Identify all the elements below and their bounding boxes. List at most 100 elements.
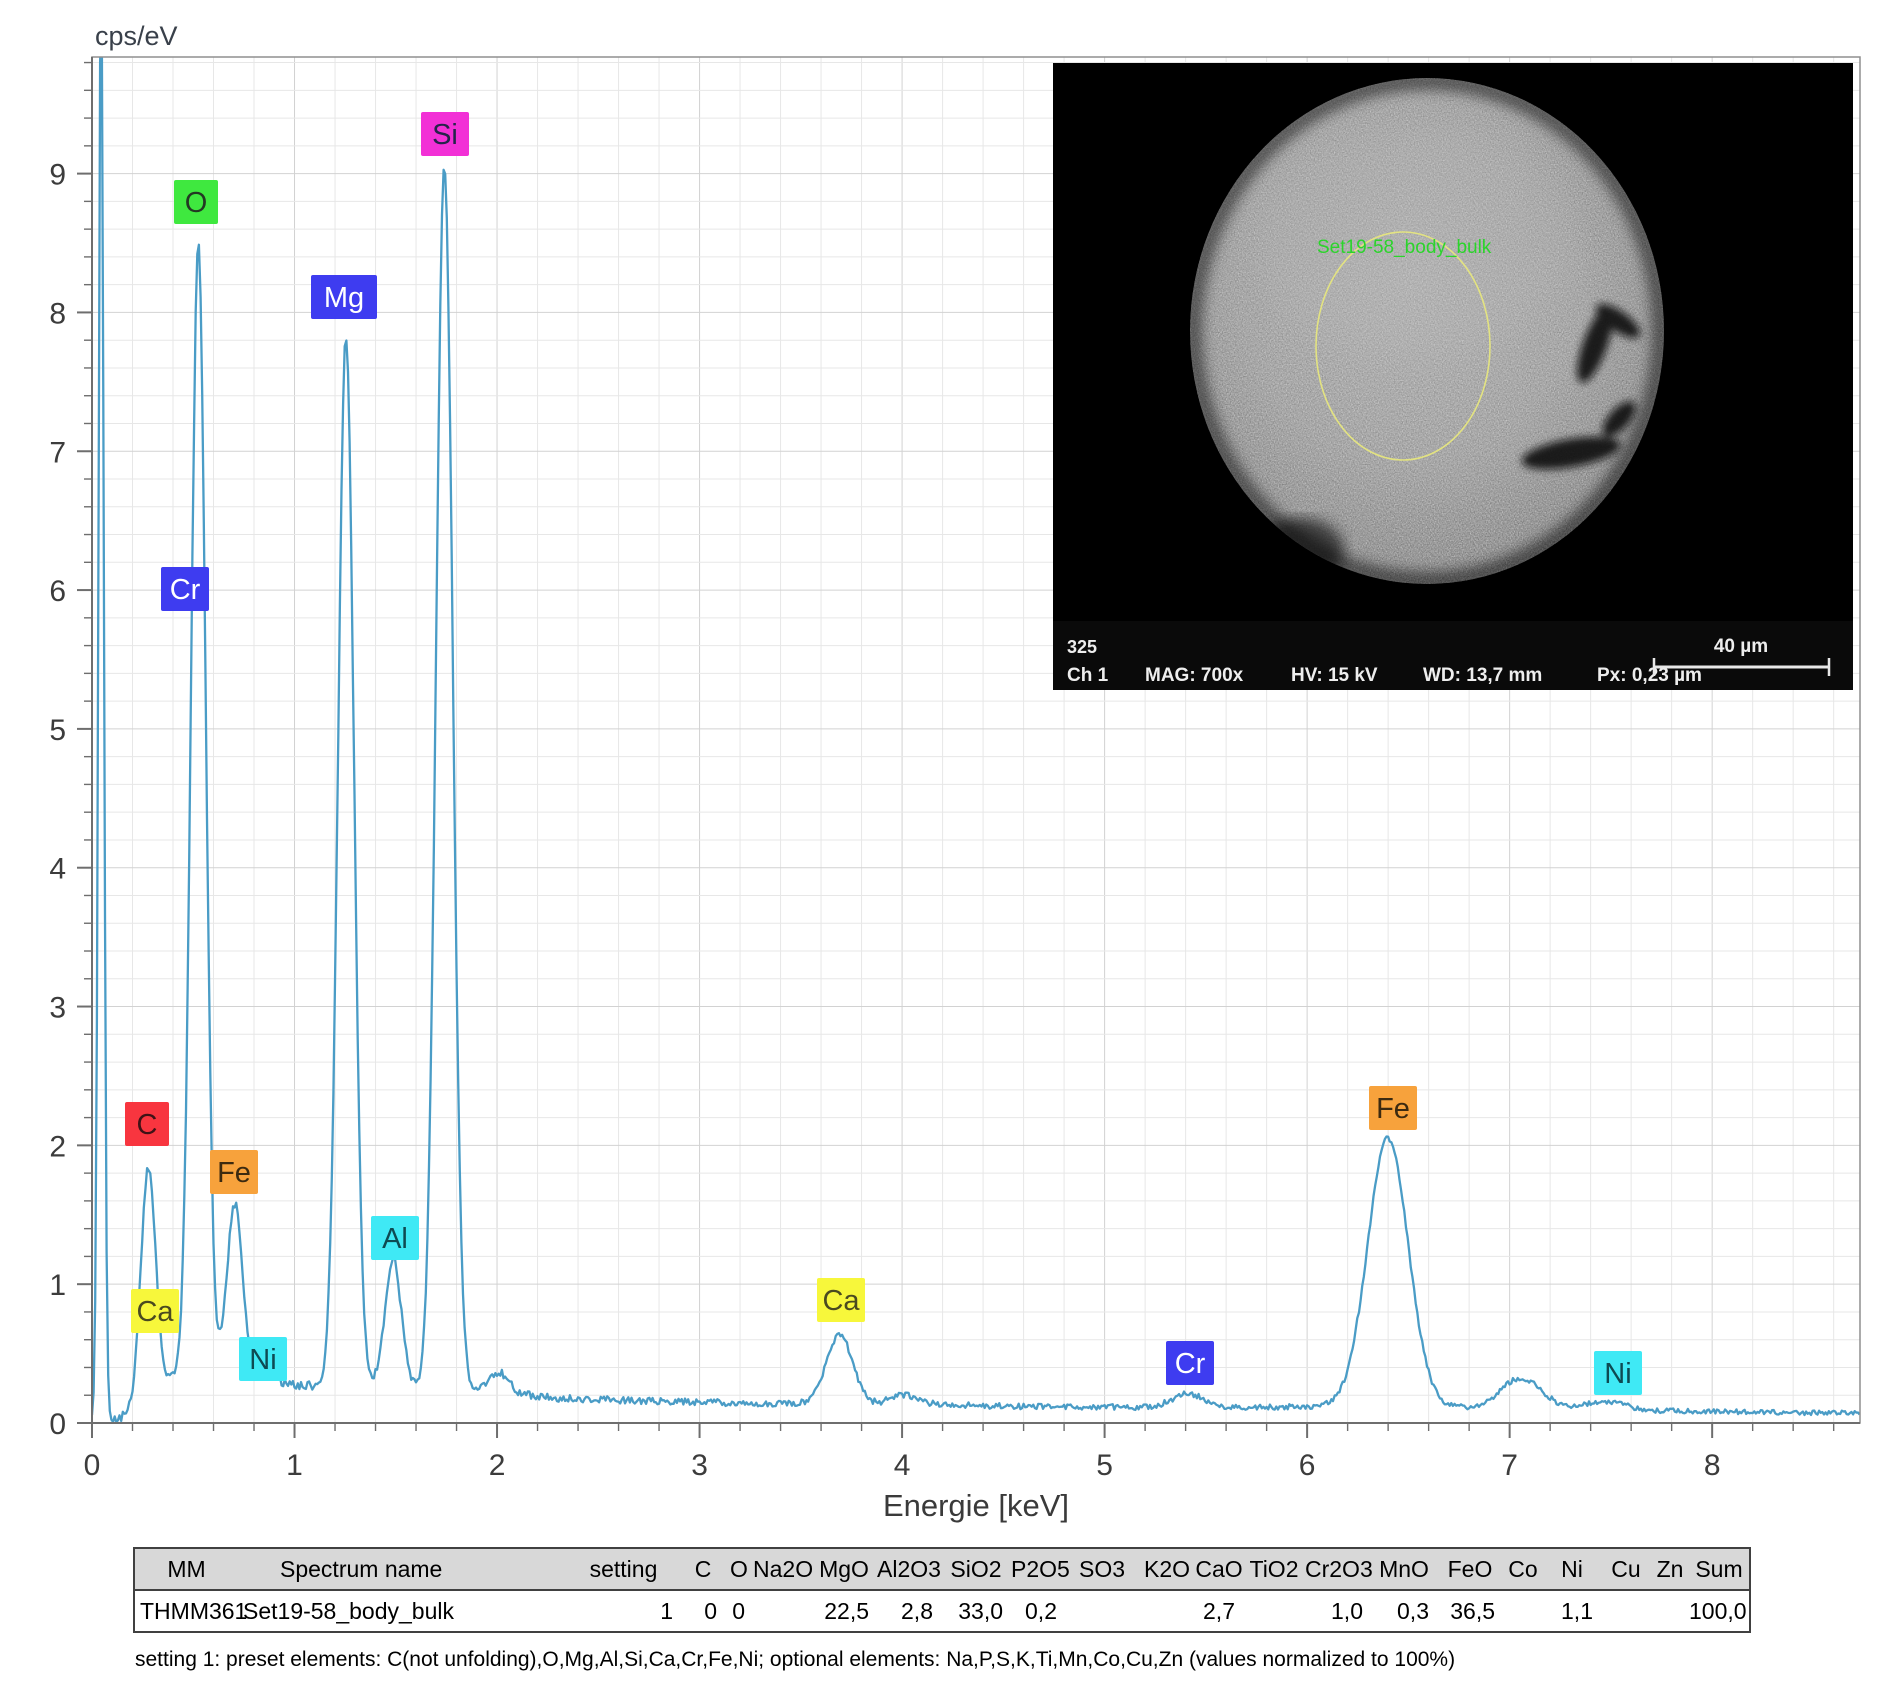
x-tick-label: 3 bbox=[691, 1449, 708, 1482]
table-cell bbox=[1503, 1590, 1543, 1632]
y-axis-unit-label: cps/eV bbox=[95, 21, 178, 51]
element-label-text: Si bbox=[432, 119, 458, 151]
table-cell: 36,5 bbox=[1450, 1597, 1495, 1624]
y-tick-label: 9 bbox=[49, 159, 66, 192]
table-header-row: MM Spectrum name setting C O Na2O MgO Al2O3 SiO2… bbox=[134, 1548, 1750, 1590]
table-column-header: FeO bbox=[1447, 1555, 1493, 1582]
element-label-text: Ni bbox=[1604, 1358, 1631, 1390]
table-column-header: SO3 bbox=[1078, 1555, 1126, 1582]
y-tick-label: 6 bbox=[49, 575, 66, 608]
table-column-header: Spectrum name bbox=[280, 1555, 443, 1582]
y-tick-label: 4 bbox=[49, 853, 66, 886]
table-column-header: Co bbox=[1508, 1555, 1538, 1582]
table-column-header: MM bbox=[167, 1555, 206, 1582]
table-cell: 1 bbox=[660, 1597, 673, 1624]
table-column-header: Na2O bbox=[753, 1555, 814, 1582]
y-tick-label: 0 bbox=[49, 1408, 66, 1441]
element-label-si: Si bbox=[421, 112, 469, 156]
sem-info-item: WD: 13,7 mm bbox=[1423, 665, 1542, 686]
quantification-table-wrap: MM Spectrum name setting C O Na2O MgO Al2O3 SiO2… bbox=[133, 1547, 1751, 1633]
sem-frame-number: 325 bbox=[1067, 637, 1097, 657]
table-cell: 33,0 bbox=[958, 1597, 1003, 1624]
table-cell bbox=[1243, 1590, 1305, 1632]
element-label-text: Ni bbox=[249, 1344, 276, 1376]
table-cell: 1,1 bbox=[1561, 1597, 1593, 1624]
x-tick-label: 7 bbox=[1501, 1449, 1518, 1482]
x-tick-label: 4 bbox=[894, 1449, 911, 1482]
element-label-al: Al bbox=[371, 1216, 419, 1260]
table-footnote: setting 1: preset elements: C(not unfold… bbox=[135, 1648, 1456, 1671]
table-cell: 0 bbox=[732, 1597, 745, 1624]
y-tick-label: 3 bbox=[49, 992, 66, 1025]
element-label-ni: Ni bbox=[239, 1337, 287, 1381]
table-column-header: P2O5 bbox=[1011, 1555, 1070, 1582]
element-label-text: O bbox=[185, 187, 208, 219]
table-cell bbox=[753, 1590, 811, 1632]
analysis-region-label: Set19-58_body_bulk bbox=[1317, 237, 1492, 258]
element-label-text: C bbox=[137, 1109, 158, 1141]
table-column-header: Al2O3 bbox=[877, 1555, 941, 1582]
eds-report-page: 0 1 2 3 4 5 6 7 8 0 1 2 3 4 5 6 7 8 9 Si O Mg Cr C Fe Al Ca Ni Ca Cr… bbox=[0, 0, 1892, 1700]
table-cell bbox=[1651, 1590, 1689, 1632]
table-column-header: Ni bbox=[1561, 1555, 1583, 1582]
element-label-fe: Fe bbox=[210, 1150, 258, 1194]
element-label-o: O bbox=[174, 180, 218, 224]
y-tick-label: 7 bbox=[49, 436, 66, 469]
element-label-text: Mg bbox=[324, 282, 364, 314]
x-tick-label: 8 bbox=[1704, 1449, 1721, 1482]
sem-inset-image: Set19-58_body_bulk 325 Ch 1 MAG: 700x HV: … bbox=[1053, 63, 1853, 690]
table-cell: 0,2 bbox=[1025, 1597, 1057, 1624]
x-tick-label: 2 bbox=[489, 1449, 506, 1482]
element-label-text: Ca bbox=[136, 1296, 174, 1328]
x-tick-label: 0 bbox=[84, 1449, 101, 1482]
table-column-header: Cr2O3 bbox=[1305, 1555, 1373, 1582]
sem-info-item: MAG: 700x bbox=[1145, 665, 1244, 686]
y-tick-label: 1 bbox=[49, 1269, 66, 1302]
x-axis-title: Energie [keV] bbox=[883, 1488, 1069, 1523]
x-tick-label: 5 bbox=[1096, 1449, 1113, 1482]
y-tick-label: 8 bbox=[49, 297, 66, 330]
element-label-text: Cr bbox=[1175, 1348, 1206, 1380]
table-column-header: SiO2 bbox=[950, 1555, 1002, 1582]
table-column-header: MgO bbox=[819, 1555, 869, 1582]
table-column-header: TiO2 bbox=[1249, 1555, 1299, 1582]
x-tick-label: 1 bbox=[286, 1449, 303, 1482]
element-label-mg: Mg bbox=[311, 275, 377, 319]
element-label-ni: Ni bbox=[1594, 1351, 1642, 1395]
element-label-cr: Cr bbox=[1166, 1341, 1214, 1385]
table-cell: Set19-58_body_bulk bbox=[243, 1597, 454, 1624]
element-label-cr: Cr bbox=[161, 567, 209, 611]
table-cell: 1,0 bbox=[1331, 1597, 1363, 1624]
quantification-table: MM Spectrum name setting C O Na2O MgO Al2O3 SiO2… bbox=[133, 1547, 1751, 1633]
table-column-header: Sum bbox=[1695, 1555, 1743, 1582]
element-label-fe: Fe bbox=[1369, 1086, 1417, 1130]
table-column-header: Zn bbox=[1656, 1555, 1684, 1582]
table-cell: 100,0 bbox=[1689, 1597, 1747, 1624]
sem-info-item: HV: 15 kV bbox=[1291, 665, 1378, 686]
element-label-text: Cr bbox=[170, 574, 201, 606]
element-label-text: Fe bbox=[1376, 1093, 1410, 1125]
table-column-header: O bbox=[730, 1555, 748, 1582]
table-cell bbox=[1139, 1590, 1195, 1632]
table-column-header: K2O bbox=[1143, 1555, 1191, 1582]
table-cell: 0,3 bbox=[1397, 1597, 1429, 1624]
table-column-header: Cu bbox=[1611, 1555, 1641, 1582]
table-cell: 2,8 bbox=[901, 1597, 933, 1624]
eds-spectrum-chart: 0 1 2 3 4 5 6 7 8 0 1 2 3 4 5 6 7 8 9 Si O Mg Cr C Fe Al Ca Ni Ca Cr… bbox=[0, 0, 1892, 1540]
table-cell: THMM361 bbox=[140, 1597, 248, 1624]
table-cell bbox=[1065, 1590, 1139, 1632]
element-label-c: C bbox=[125, 1102, 169, 1146]
x-tick-label: 6 bbox=[1299, 1449, 1316, 1482]
table-cell: 0 bbox=[704, 1597, 717, 1624]
table-column-header: MnO bbox=[1379, 1555, 1429, 1582]
sem-info-item: Ch 1 bbox=[1067, 665, 1109, 686]
table-row: THMM361 Set19-58_body_bulk 1 0 0 22,5 2,8 33,0 0… bbox=[134, 1590, 1750, 1632]
element-label-text: Fe bbox=[217, 1157, 251, 1189]
table-cell: 22,5 bbox=[824, 1597, 869, 1624]
y-tick-label: 2 bbox=[49, 1130, 66, 1163]
element-label-ca: Ca bbox=[131, 1289, 179, 1333]
element-label-ca: Ca bbox=[817, 1278, 865, 1322]
table-column-header: CaO bbox=[1195, 1555, 1243, 1582]
table-column-header: setting bbox=[589, 1555, 658, 1582]
table-cell: 2,7 bbox=[1203, 1597, 1235, 1624]
